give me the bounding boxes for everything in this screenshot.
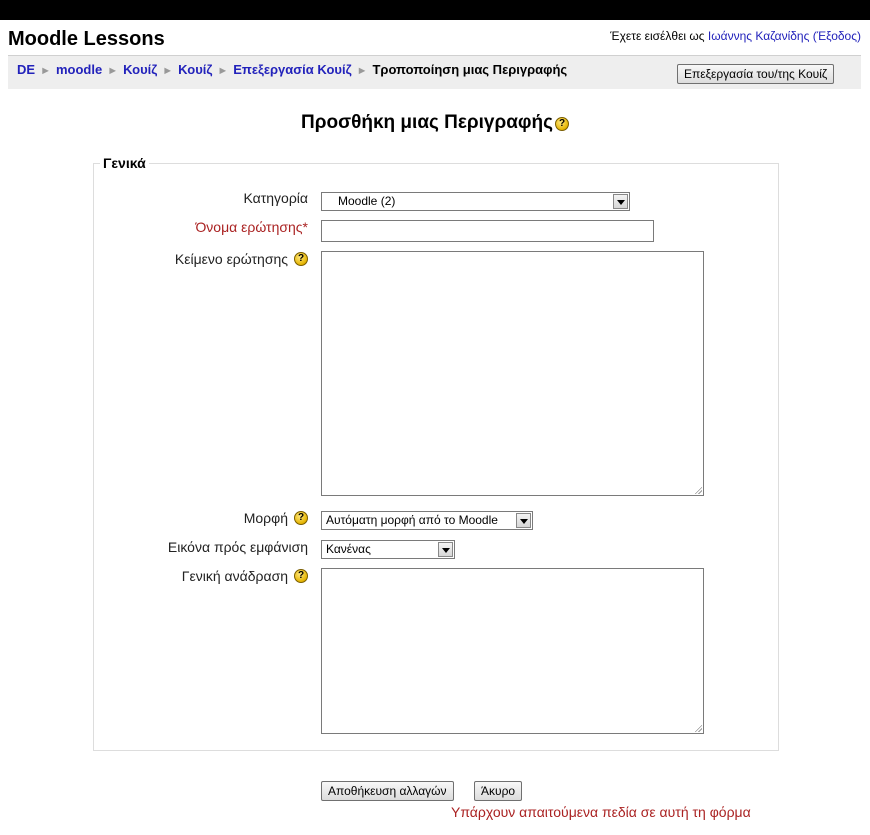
image-select[interactable]: Κανένας [321,540,455,559]
breadcrumb-item-quiz[interactable]: Κουίζ [123,62,157,77]
question-name-label: Όνομα ερώτησης* [195,219,308,235]
login-prefix: Έχετε εισέλθει ως [610,29,708,43]
fieldset-legend: Γενικά [103,155,146,171]
image-label-text: Εικόνα πρός εμφάνιση [167,539,308,555]
resize-grip-icon[interactable] [694,486,702,494]
format-label: Μορφή? [244,510,308,526]
help-icon[interactable]: ? [294,511,308,526]
format-select-value: Αυτόματη μορφή από το Moodle [326,513,498,527]
question-text-label: Κείμενο ερώτησης? [175,251,308,267]
category-label-text: Κατηγορία [243,190,308,206]
dropdown-arrow-icon [516,513,531,528]
top-bar [0,0,870,20]
image-select-value: Κανένας [326,542,371,556]
resize-grip-icon[interactable] [694,724,702,732]
breadcrumb-separator-icon: ► [217,65,229,77]
page-title: Προσθήκη μιας Περιγραφής? [0,112,870,134]
category-select[interactable]: Moodle (2) [321,192,630,211]
page-title-text: Προσθήκη μιας Περιγραφής [300,112,554,133]
breadcrumb-separator-icon: ► [40,65,51,77]
breadcrumb-item-de[interactable]: DE [17,62,35,77]
site-title: Moodle Lessons [8,28,165,50]
navbar: DE ► moodle ► Κουίζ ► Κουίζ ► Επεξεργασία Κουίζ ►… [8,55,861,89]
breadcrumb-item-quiz-instance[interactable]: Κουίζ [178,62,212,77]
help-icon[interactable]: ? [294,569,308,584]
save-button[interactable]: Αποθήκευση αλλαγών [321,781,454,801]
question-text-textarea[interactable] [321,251,704,496]
general-feedback-label-text: Γενική ανάδραση [181,568,288,584]
required-fields-note: Υπάρχουν απαιτούμενα πεδία σε αυτή τη φό… [451,804,751,820]
image-label: Εικόνα πρός εμφάνιση [168,539,308,555]
category-select-value: Moodle (2) [338,194,396,208]
question-text-label-text: Κείμενο ερώτησης [174,251,288,267]
help-icon[interactable]: ? [294,252,308,267]
format-select[interactable]: Αυτόματη μορφή από το Moodle [321,511,533,530]
breadcrumb-current: Τροποποίηση μιας Περιγραφής [372,62,568,77]
general-feedback-textarea[interactable] [321,568,704,734]
breadcrumb-item-moodle[interactable]: moodle [56,62,102,77]
breadcrumb-separator-icon: ► [162,65,174,77]
format-label-text: Μορφή [243,510,288,526]
logout-link[interactable]: (Έξοδος) [813,29,861,43]
cancel-button[interactable]: Άκυρο [474,781,523,801]
breadcrumb-separator-icon: ► [107,65,119,77]
dropdown-arrow-icon [438,542,453,557]
help-icon[interactable]: ? [555,116,570,131]
login-info: Έχετε εισέλθει ως Ιωάννης Καζανίδης (Έξο… [610,29,861,43]
breadcrumb: DE ► moodle ► Κουίζ ► Κουίζ ► Επεξεργασία Κουίζ ►… [17,62,567,77]
general-feedback-label: Γενική ανάδραση? [182,568,308,584]
edit-quiz-button[interactable]: Επεξεργασία του/της Κουίζ [677,64,835,84]
dropdown-arrow-icon [613,194,628,209]
category-label: Κατηγορία [243,190,308,206]
breadcrumb-separator-icon: ► [356,65,368,77]
question-name-label-text: Όνομα ερώτησης* [195,219,308,235]
breadcrumb-item-edit-quiz[interactable]: Επεξεργασία Κουίζ [233,62,351,77]
user-link[interactable]: Ιωάννης Καζανίδης [708,29,809,43]
question-name-input[interactable] [321,220,654,242]
